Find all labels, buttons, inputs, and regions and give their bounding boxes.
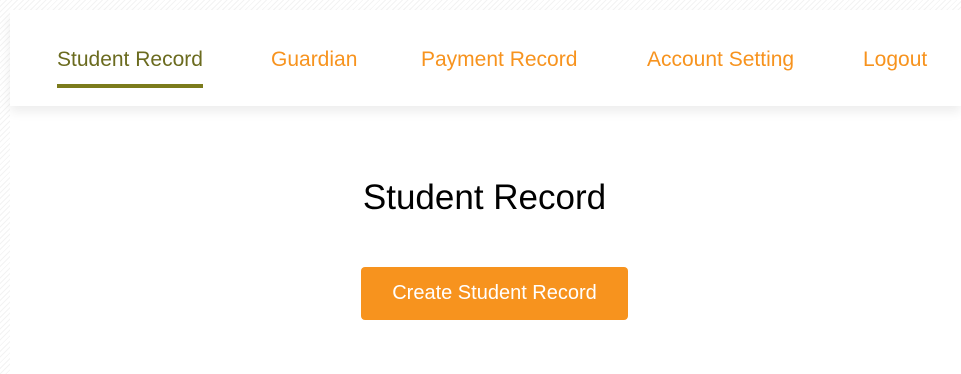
nav-item-student-record[interactable]: Student Record xyxy=(57,48,203,88)
nav-item-payment-record[interactable]: Payment Record xyxy=(421,48,577,72)
page-container: Student Record Guardian Payment Record A… xyxy=(10,10,961,374)
top-navbar: Student Record Guardian Payment Record A… xyxy=(10,10,961,106)
nav-item-guardian[interactable]: Guardian xyxy=(271,48,357,72)
page-title: Student Record xyxy=(362,178,607,217)
nav-item-logout[interactable]: Logout xyxy=(863,48,927,72)
nav-item-account-setting[interactable]: Account Setting xyxy=(647,48,794,72)
create-student-record-button[interactable]: Create Student Record xyxy=(361,267,628,320)
